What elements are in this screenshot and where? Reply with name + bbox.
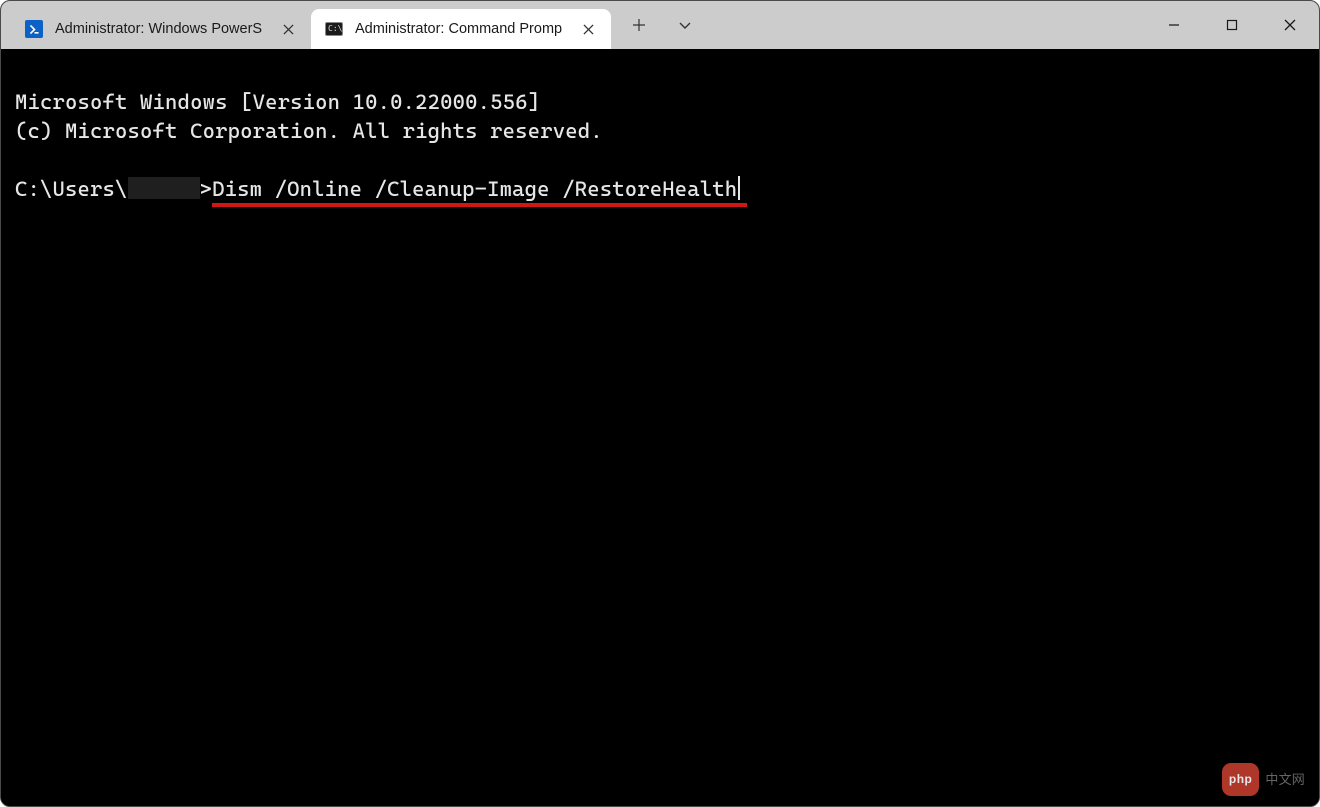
tab-label: Administrator: Windows PowerS <box>55 9 265 49</box>
tab-close-button[interactable] <box>577 18 599 40</box>
typed-command: Dism /Online /Cleanup-Image /RestoreHeal… <box>212 177 737 201</box>
chevron-down-icon <box>678 18 692 32</box>
cmd-icon: C:\ <box>325 20 343 38</box>
close-icon <box>283 24 294 35</box>
prompt-line: C:\Users\ >Dism /Online /Cleanup-Image /R… <box>15 175 740 204</box>
terminal-window: Administrator: Windows PowerS C:\ Admini… <box>0 0 1320 807</box>
redacted-username <box>128 177 200 199</box>
powershell-icon <box>25 20 43 38</box>
watermark-text: 中文网 <box>1265 765 1305 794</box>
new-tab-button[interactable] <box>619 5 659 45</box>
watermark-badge: php <box>1222 763 1260 796</box>
prompt-suffix: > <box>200 177 213 201</box>
minimize-icon <box>1168 19 1180 31</box>
close-icon <box>583 24 594 35</box>
tab-label: Administrator: Command Promp <box>355 9 565 49</box>
copyright-line: (c) Microsoft Corporation. All rights re… <box>15 119 603 143</box>
titlebar: Administrator: Windows PowerS C:\ Admini… <box>1 1 1319 49</box>
watermark: php 中文网 <box>1222 763 1305 796</box>
tab-close-button[interactable] <box>277 18 299 40</box>
maximize-icon <box>1226 19 1238 31</box>
prompt-prefix: C:\Users\ <box>15 177 128 201</box>
close-window-button[interactable] <box>1261 1 1319 49</box>
text-cursor <box>738 176 740 200</box>
window-controls <box>1145 1 1319 49</box>
maximize-button[interactable] <box>1203 1 1261 49</box>
tab-dropdown-button[interactable] <box>665 5 705 45</box>
plus-icon <box>632 18 646 32</box>
version-line: Microsoft Windows [Version 10.0.22000.55… <box>15 90 540 114</box>
terminal-output[interactable]: Microsoft Windows [Version 10.0.22000.55… <box>1 49 1319 806</box>
tab-powershell[interactable]: Administrator: Windows PowerS <box>11 9 311 49</box>
red-underline-annotation <box>212 203 747 207</box>
tab-command-prompt[interactable]: C:\ Administrator: Command Promp <box>311 9 611 49</box>
close-icon <box>1284 19 1296 31</box>
tab-actions <box>611 1 713 49</box>
titlebar-drag-region[interactable] <box>713 1 1145 49</box>
minimize-button[interactable] <box>1145 1 1203 49</box>
tab-strip: Administrator: Windows PowerS C:\ Admini… <box>1 1 611 49</box>
